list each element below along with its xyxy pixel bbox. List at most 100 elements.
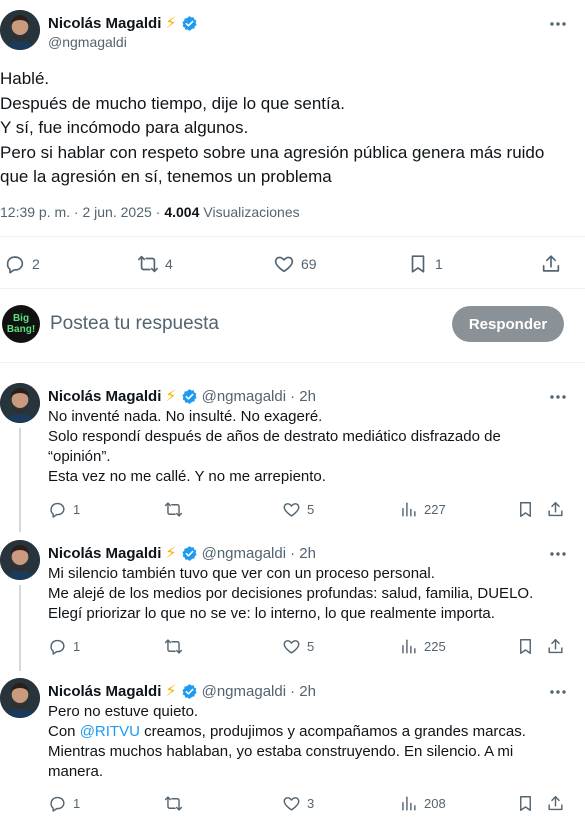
composer-avatar: Big Bang! — [2, 305, 40, 343]
views-label: Visualizaciones — [203, 204, 300, 220]
verified-icon[interactable] — [181, 388, 198, 405]
retweet-icon — [164, 794, 183, 813]
like-button[interactable]: 69 — [273, 253, 317, 275]
bookmark-button[interactable]: 1 — [407, 253, 443, 275]
bookmark-button[interactable] — [516, 794, 535, 813]
reply-count: 1 — [73, 796, 81, 811]
reply-line: Elegí priorizar lo que no se ve: lo inte… — [48, 605, 495, 622]
more-icon[interactable] — [548, 682, 568, 702]
tweet-line: Pero si hablar con respeto sobre una agr… — [0, 142, 545, 162]
more-icon[interactable] — [548, 544, 568, 564]
lightning-icon: ⚡ — [165, 683, 177, 700]
views-icon — [399, 500, 418, 519]
reply-line: manera. — [48, 763, 104, 780]
more-icon[interactable] — [548, 387, 568, 407]
reply-header: Nicolás Magaldi ⚡ @ngmagaldi · 2h — [48, 386, 316, 406]
bookmark-icon — [516, 794, 535, 813]
reply-button[interactable]: 1 — [48, 637, 80, 656]
reply-line: Me alejé de los medios por decisiones pr… — [48, 585, 534, 602]
share-button[interactable] — [546, 637, 565, 656]
avatar-logo-text: Bang! — [6, 324, 36, 335]
timestamp[interactable]: 12:39 p. m. · 2 jun. 2025 · — [0, 204, 160, 220]
like-count: 69 — [301, 256, 317, 272]
share-icon — [540, 253, 562, 275]
views-button[interactable]: 227 — [399, 500, 446, 519]
bookmark-count: 1 — [435, 256, 443, 272]
share-icon — [546, 500, 565, 519]
tweet-meta: 12:39 p. m. · 2 jun. 2025 · 4.004 Visual… — [0, 204, 300, 220]
reply-author-name[interactable]: Nicolás Magaldi — [48, 545, 161, 562]
author-name[interactable]: Nicolás Magaldi — [48, 15, 161, 32]
views-count: 4.004 — [164, 204, 200, 220]
like-icon — [282, 794, 301, 813]
share-button[interactable] — [546, 500, 565, 519]
views-button[interactable]: 225 — [399, 637, 446, 656]
views-count: 225 — [424, 639, 446, 654]
verified-icon[interactable] — [181, 683, 198, 700]
like-button[interactable]: 5 — [282, 637, 314, 656]
author-avatar[interactable] — [0, 10, 40, 50]
views-icon — [399, 794, 418, 813]
retweet-icon — [137, 253, 159, 275]
reply-icon — [48, 500, 67, 519]
reply-avatar[interactable] — [0, 678, 40, 718]
reply-avatar[interactable] — [0, 540, 40, 580]
reply-author-name[interactable]: Nicolás Magaldi — [48, 388, 161, 405]
thread-line — [19, 428, 21, 532]
like-count: 3 — [307, 796, 315, 811]
reply-time[interactable]: · 2h — [290, 545, 316, 562]
views-button[interactable]: 208 — [399, 794, 446, 813]
share-button[interactable] — [540, 253, 562, 275]
verified-icon[interactable] — [181, 15, 198, 32]
like-button[interactable]: 5 — [282, 500, 314, 519]
reply-count: 2 — [32, 256, 40, 272]
reply-handle[interactable]: @ngmagaldi — [202, 683, 286, 700]
author-name-row: Nicolás Magaldi ⚡ — [48, 13, 198, 33]
reply-submit-button[interactable]: Responder — [452, 306, 564, 342]
reply-time[interactable]: · 2h — [290, 683, 316, 700]
reply-button[interactable]: 1 — [48, 794, 80, 813]
retweet-button[interactable] — [164, 794, 183, 813]
reply-line: Solo respondí después de años de destrat… — [48, 428, 501, 445]
author-handle[interactable]: @ngmagaldi — [48, 34, 127, 50]
reply-handle[interactable]: @ngmagaldi — [202, 388, 286, 405]
reply-handle[interactable]: @ngmagaldi — [202, 545, 286, 562]
views-icon — [399, 637, 418, 656]
retweet-button[interactable]: 4 — [137, 253, 173, 275]
reply-button[interactable]: 1 — [48, 500, 80, 519]
bookmark-button[interactable] — [516, 637, 535, 656]
bookmark-icon — [516, 637, 535, 656]
reply-icon — [48, 794, 67, 813]
more-icon[interactable] — [548, 14, 568, 34]
bookmark-button[interactable] — [516, 500, 535, 519]
reply-icon — [48, 637, 67, 656]
reply-line: “opinión”. — [48, 448, 111, 465]
like-icon — [282, 500, 301, 519]
like-icon — [282, 637, 301, 656]
mention-link[interactable]: @RITVU — [80, 723, 140, 740]
retweet-button[interactable] — [164, 500, 183, 519]
reply-text: Pero no estuve quieto. Con @RITVU creamo… — [48, 702, 578, 782]
like-button[interactable]: 3 — [282, 794, 314, 813]
tweet-text: Hablé. Después de mucho tiempo, dije lo … — [0, 67, 580, 190]
lightning-icon: ⚡ — [165, 388, 177, 405]
reply-button[interactable]: 2 — [4, 253, 40, 275]
reply-author-name[interactable]: Nicolás Magaldi — [48, 683, 161, 700]
reply-line: Pero no estuve quieto. — [48, 703, 199, 720]
reply-avatar[interactable] — [0, 383, 40, 423]
tweet-line: Y sí, fue incómodo para algunos. — [0, 118, 249, 137]
reply-time[interactable]: · 2h — [290, 388, 316, 405]
divider — [0, 236, 585, 237]
reply-line: Con @RITVU creamos, produjimos y acompañ… — [48, 722, 578, 742]
reply-line: Mientras muchos hablaban, yo estaba cons… — [48, 743, 514, 760]
like-count: 5 — [307, 639, 315, 654]
reply-count: 1 — [73, 502, 81, 517]
retweet-button[interactable] — [164, 637, 183, 656]
share-button[interactable] — [546, 794, 565, 813]
reply-header: Nicolás Magaldi ⚡ @ngmagaldi · 2h — [48, 681, 316, 701]
reply-input[interactable]: Postea tu respuesta — [50, 313, 430, 335]
tweet-line: Después de mucho tiempo, dije lo que sen… — [0, 93, 345, 113]
bookmark-icon — [516, 500, 535, 519]
verified-icon[interactable] — [181, 545, 198, 562]
reply-line-prefix: Con — [48, 723, 80, 740]
